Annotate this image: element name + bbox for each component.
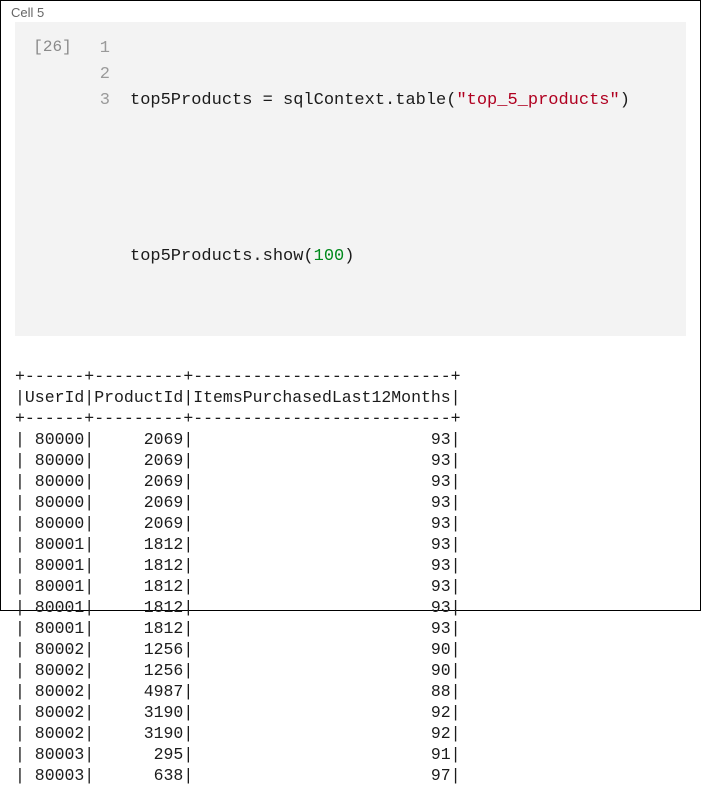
code-string: "top_5_products" (456, 91, 619, 110)
code-token: top5Products = sqlContext.table( (130, 91, 456, 110)
code-number: 100 (314, 247, 345, 266)
code-token: top5Products.show( (130, 247, 314, 266)
line-gutter: 1 2 3 (90, 36, 130, 322)
cell-title: Cell 5 (1, 1, 700, 22)
output-table: +------+---------+----------------------… (15, 366, 686, 786)
code-content[interactable]: top5Products = sqlContext.table("top_5_p… (130, 36, 630, 322)
execution-count: [26] (15, 36, 90, 322)
code-cell[interactable]: [26] 1 2 3 top5Products = sqlContext.tab… (15, 22, 686, 336)
code-token: ) (620, 91, 630, 110)
code-token: ) (344, 247, 354, 266)
